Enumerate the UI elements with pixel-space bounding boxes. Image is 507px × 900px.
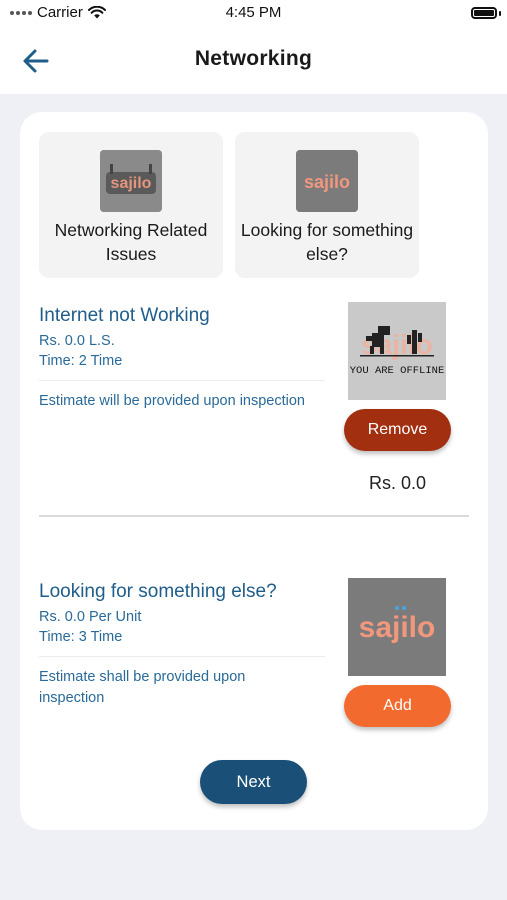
remove-button[interactable]: Remove [344,409,451,451]
service-note: Estimate shall be provided upon inspecti… [39,669,246,706]
next-button[interactable]: Next [200,760,307,804]
battery-icon [471,7,497,19]
services-card: sajilo Networking Related Issues sajilo … [20,112,488,830]
service-rate: Rs. 0.0 Per Unit [39,609,142,625]
service-image: sajilo [348,578,446,676]
service-image: sajilo YOU ARE OFFLINE [348,302,446,400]
category-thumbnail: sajilo [296,150,358,212]
service-note: Estimate will be provided upon inspectio… [39,393,305,409]
svg-text:sajilo: sajilo [359,611,436,644]
router-icon: sajilo [100,150,162,212]
svg-text:YOU ARE OFFLINE: YOU ARE OFFLINE [350,365,445,377]
sajilo-logo-icon: sajilo [296,150,358,212]
category-thumbnail: sajilo [100,150,162,212]
status-bar: Carrier 4:45 PM [0,0,507,28]
battery-nub [499,11,501,16]
service-price: Rs. 0.0 [368,473,427,493]
svg-text:sajilo: sajilo [111,175,152,192]
service-title: Looking for something else? [39,581,277,602]
service-separator [39,380,325,381]
category-networking[interactable]: sajilo Networking Related Issues [39,132,223,278]
service-time: Time: 2 Time [39,353,123,369]
category-label: Looking for something else? [240,220,414,264]
category-label: Networking Related Issues [54,220,208,264]
app-header: Networking [0,28,507,94]
sajilo-logo-icon: sajilo [348,578,446,676]
add-button[interactable]: Add [344,685,451,727]
service-rate: Rs. 0.0 L.S. [39,333,115,349]
service-divider [39,515,469,517]
page-title: Networking [194,47,313,70]
service-time: Time: 3 Time [39,629,123,645]
service-separator [39,656,325,657]
service-title: Internet not Working [39,305,210,326]
svg-text:sajilo: sajilo [304,172,350,192]
category-other[interactable]: sajilo Looking for something else? [235,132,419,278]
offline-dino-icon: sajilo YOU ARE OFFLINE [348,302,446,400]
status-time: 4:45 PM [225,4,282,21]
